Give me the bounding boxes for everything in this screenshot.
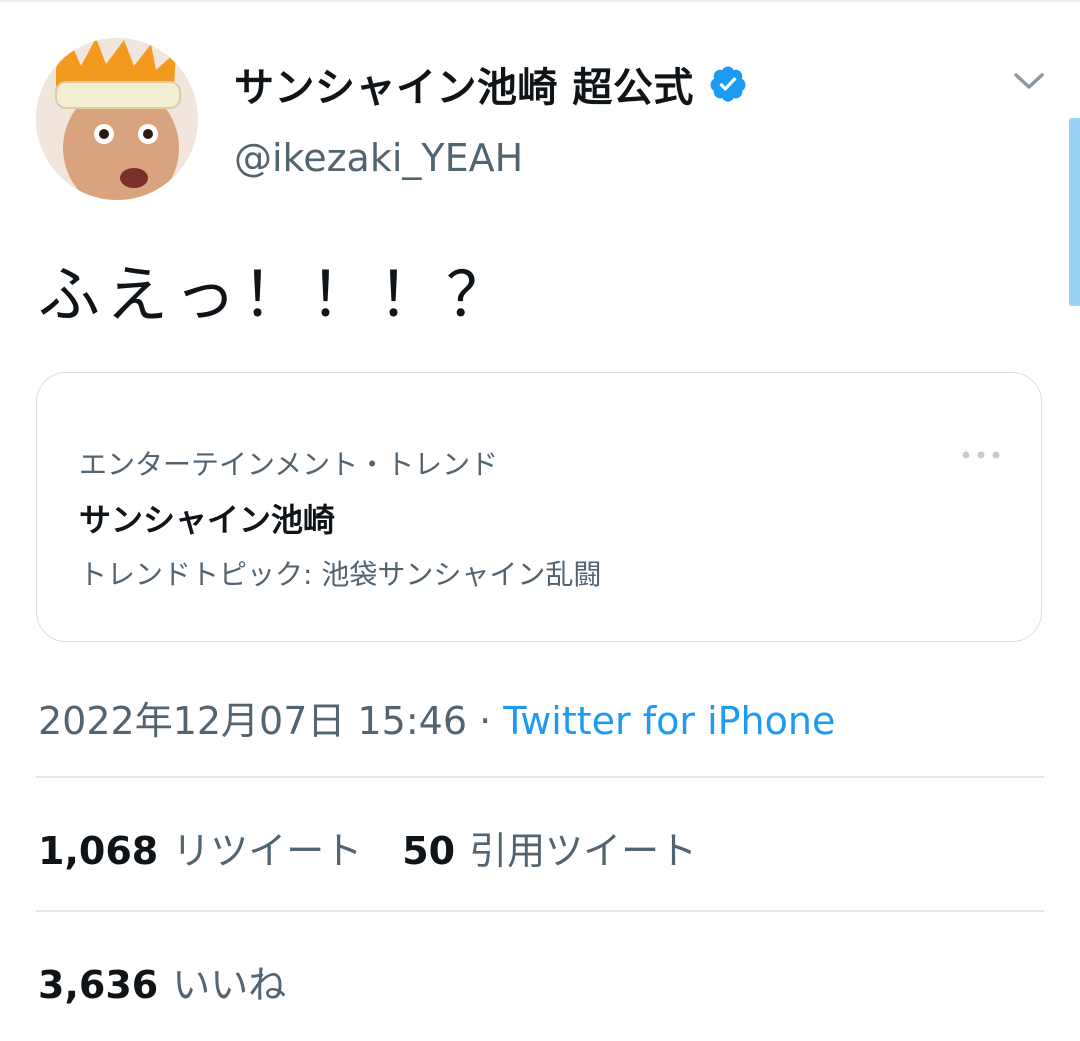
tweet-source-link[interactable]: Twitter for iPhone (503, 699, 835, 743)
avatar-image (36, 38, 198, 200)
author-handle[interactable]: @ikezaki_YEAH (234, 136, 523, 180)
tweet-timestamp[interactable]: 2022年12月07日 15:46 (38, 699, 467, 743)
retweet-label[interactable]: リツイート (172, 820, 362, 875)
display-name[interactable]: サンシャイン池崎 超公式 (234, 55, 694, 113)
trend-topic: トレンドトピック: 池袋サンシャイン乱闘 (79, 558, 602, 591)
author-name-row[interactable]: サンシャイン池崎 超公式 (234, 56, 748, 112)
trend-card[interactable]: エンターテインメント・トレンド サンシャイン池崎 トレンドトピック: 池袋サンシ… (36, 372, 1042, 642)
tweet-meta: 2022年12月07日 15:46 · Twitter for iPhone (38, 690, 835, 745)
divider (36, 776, 1044, 778)
tweet-text: ふえっ！！！？ (38, 258, 515, 331)
divider (36, 910, 1044, 912)
meta-separator: · (479, 699, 492, 743)
like-count[interactable]: 3,636 (38, 963, 158, 1007)
chevron-down-icon[interactable] (1010, 66, 1048, 96)
trend-title: サンシャイン池崎 (79, 501, 336, 539)
trend-category: エンターテインメント・トレンド (79, 448, 499, 481)
like-label[interactable]: いいね (172, 954, 286, 1009)
likes-stats: 3,636 いいね (38, 954, 286, 1009)
top-divider (0, 0, 1080, 2)
scrollbar[interactable] (1069, 118, 1080, 306)
retweet-count[interactable]: 1,068 (38, 829, 158, 873)
quote-count[interactable]: 50 (402, 829, 455, 873)
avatar[interactable] (36, 38, 198, 200)
engagement-stats: 1,068 リツイート 50 引用ツイート (38, 820, 697, 875)
more-horizontal-icon[interactable] (959, 445, 1003, 465)
verified-badge-icon (710, 66, 746, 102)
quote-label[interactable]: 引用ツイート (469, 820, 697, 875)
